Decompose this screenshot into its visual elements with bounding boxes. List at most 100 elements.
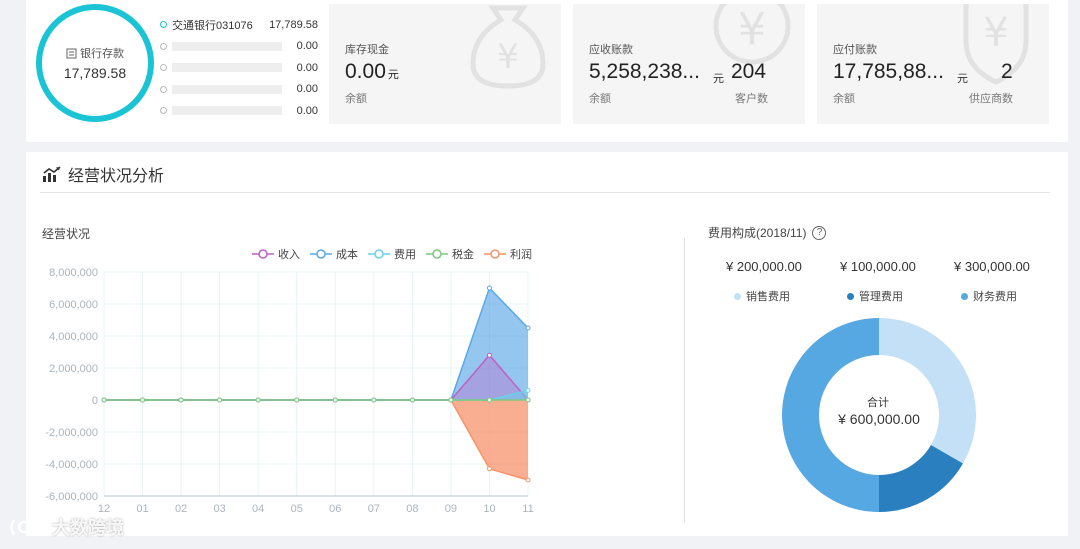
- deposit-label: 银行存款: [80, 48, 124, 60]
- data-point: [486, 285, 492, 291]
- payable-value: 17,785,88...: [833, 60, 944, 84]
- y-tick-label: 0: [92, 395, 98, 407]
- legend-swatch-icon: [961, 292, 968, 300]
- data-point: [255, 397, 261, 403]
- data-point: [486, 352, 492, 358]
- data-point: [525, 325, 531, 331]
- cost-amount-sales: ¥ 200,000.00: [726, 259, 802, 274]
- vertical-divider: [684, 238, 685, 523]
- bank-row[interactable]: 0.00: [160, 79, 318, 101]
- cost-legend-admin[interactable]: 管理费用: [847, 288, 903, 304]
- bank-dot-icon: [160, 107, 167, 115]
- cash-unit: 元: [387, 69, 399, 81]
- summary-panel: 银行存款 17,789.58 交通银行031076 17,789.58 0.00…: [26, 0, 1068, 142]
- payable-unit: 元: [957, 73, 968, 85]
- legend-item-cost[interactable]: 成本: [310, 246, 358, 262]
- cost-title: 费用构成(2018/11): [708, 226, 807, 240]
- legend-item-tax[interactable]: 税金: [426, 246, 474, 262]
- bank-name-placeholder: [172, 41, 282, 51]
- help-icon[interactable]: ?: [812, 225, 827, 240]
- legend-label: 成本: [336, 249, 358, 261]
- data-point: [332, 397, 338, 403]
- bank-name-placeholder: [172, 106, 282, 116]
- payable-card[interactable]: ¥ 应付账款 17,785,88... 元 余额 2 供应商数: [817, 4, 1049, 124]
- legend-item-expense[interactable]: 费用: [368, 246, 416, 262]
- bank-amount: 0.00: [296, 104, 318, 117]
- receivable-unit: 元: [713, 73, 724, 85]
- data-point: [217, 397, 223, 403]
- bank-dot-icon: [160, 21, 167, 29]
- deposit-label-row: 银行存款: [66, 45, 124, 61]
- donut-center-value: ¥ 600,000.00: [838, 411, 920, 427]
- data-point: [294, 397, 300, 403]
- x-tick-label: 05: [291, 503, 303, 512]
- section-title: 经营状况分析: [68, 168, 165, 185]
- svg-text:¥: ¥: [738, 4, 766, 55]
- cost-legend-sales[interactable]: 销售费用: [734, 288, 790, 304]
- data-point: [486, 466, 492, 472]
- legend-income-icon: [252, 249, 274, 259]
- legend-tax-icon: [426, 249, 448, 259]
- bank-name-placeholder: [172, 63, 282, 73]
- legend-swatch-icon: [847, 292, 854, 300]
- bank-row[interactable]: 0.00: [160, 100, 318, 122]
- legend-label: 管理费用: [859, 291, 903, 303]
- data-point: [525, 477, 531, 483]
- data-point: [525, 387, 531, 393]
- cash-sub: 余额: [345, 93, 367, 105]
- legend-cost-icon: [310, 249, 332, 259]
- donut-slice: [879, 318, 976, 464]
- donut-center-label: 合计: [867, 397, 889, 409]
- legend-expense-icon: [368, 249, 390, 259]
- receivable-sub: 余额: [589, 93, 611, 105]
- legend-item-profit[interactable]: 利润: [484, 246, 532, 262]
- bank-row[interactable]: 0.00: [160, 57, 318, 79]
- x-tick-label: 07: [368, 503, 380, 512]
- receivable-amount: 5,258,238...: [589, 60, 700, 83]
- legend-swatch-icon: [734, 292, 741, 300]
- legend-label: 销售费用: [746, 291, 790, 303]
- bank-amount: 17,789.58: [269, 18, 318, 31]
- legend-label: 财务费用: [973, 291, 1017, 303]
- data-point: [409, 397, 415, 403]
- x-tick-label: 01: [136, 503, 148, 512]
- bank-list: 交通银行031076 17,789.58 0.00 0.00 0.00 0.00: [160, 14, 318, 122]
- payable-title: 应付账款: [833, 44, 877, 56]
- supplier-count: 2: [1001, 60, 1013, 83]
- legend-item-income[interactable]: 收入: [252, 246, 300, 262]
- deposit-ring[interactable]: 银行存款 17,789.58: [36, 4, 154, 122]
- bank-amount: 0.00: [296, 83, 318, 96]
- receivable-card[interactable]: ¥ 应收账款 5,258,238... 元 余额 204 客户数: [573, 4, 805, 124]
- cash-amount: 0.00: [345, 60, 386, 83]
- section-header: 经营状况分析: [42, 162, 164, 186]
- data-point: [525, 397, 531, 403]
- data-point: [140, 397, 146, 403]
- svg-text:¥: ¥: [497, 37, 519, 77]
- chart-legend: 收入 成本 费用 税金 利润: [252, 246, 532, 262]
- deposit-value: 17,789.58: [63, 65, 127, 81]
- x-tick-label: 02: [175, 503, 187, 512]
- data-point: [486, 397, 492, 403]
- cash-card[interactable]: ¥ 库存现金 0.00 元 余额: [329, 4, 561, 124]
- legend-profit-icon: [484, 249, 506, 259]
- bank-row[interactable]: 交通银行031076 17,789.58: [160, 14, 318, 36]
- bank-amount: 0.00: [296, 61, 318, 74]
- watermark-text: 大数跨境: [52, 518, 124, 538]
- section-divider: [40, 192, 1050, 193]
- data-point: [101, 397, 107, 403]
- supplier-count-label: 供应商数: [969, 93, 1013, 105]
- bank-row[interactable]: 0.00: [160, 36, 318, 58]
- y-tick-label: 2,000,000: [49, 363, 98, 375]
- data-point: [448, 397, 454, 403]
- cost-legend-finance[interactable]: 财务费用: [961, 288, 1017, 304]
- bank-dot-icon: [160, 42, 167, 50]
- legend-label: 收入: [278, 249, 300, 261]
- data-point: [178, 397, 184, 403]
- y-tick-label: 4,000,000: [49, 331, 98, 343]
- bank-dot-icon: [160, 85, 167, 93]
- cost-amount-admin: ¥ 100,000.00: [840, 259, 916, 274]
- legend-label: 利润: [510, 249, 532, 261]
- svg-text:¥: ¥: [983, 10, 1008, 56]
- line-chart-title: 经营状况: [42, 227, 91, 241]
- legend-label: 税金: [452, 249, 474, 261]
